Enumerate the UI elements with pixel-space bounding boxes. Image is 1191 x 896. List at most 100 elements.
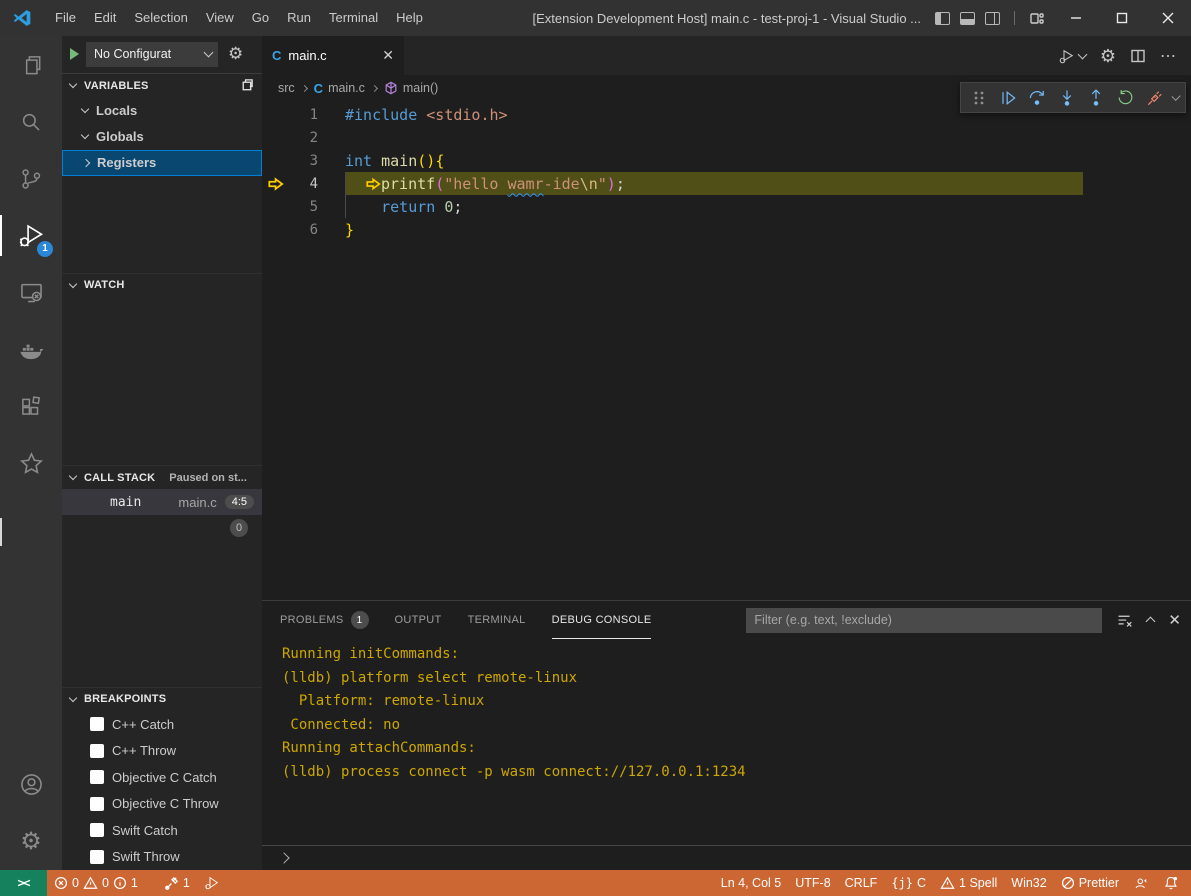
run-file-icon[interactable] bbox=[1058, 47, 1086, 65]
step-into-icon[interactable] bbox=[1055, 85, 1078, 111]
open-launch-json-gear-icon[interactable]: ⚙ bbox=[228, 44, 243, 64]
stack-frame-row[interactable]: main main.c 4:5 bbox=[62, 489, 262, 515]
breakpoint-objc-catch[interactable]: Objective C Catch bbox=[62, 764, 262, 791]
toggle-secondary-sidebar-icon[interactable] bbox=[985, 12, 1000, 25]
star-icon[interactable] bbox=[0, 435, 62, 492]
menu-file[interactable]: File bbox=[46, 5, 85, 31]
gear-icon[interactable]: ⚙ bbox=[1100, 47, 1116, 65]
menu-go[interactable]: Go bbox=[243, 5, 278, 31]
checkbox-icon[interactable] bbox=[90, 744, 104, 758]
code-line-5: 5 return 0; bbox=[262, 195, 1191, 218]
toggle-sidebar-icon[interactable] bbox=[935, 12, 950, 25]
step-over-icon[interactable] bbox=[1026, 85, 1049, 111]
breadcrumb-file[interactable]: main.c bbox=[328, 81, 365, 95]
checkbox-icon[interactable] bbox=[90, 797, 104, 811]
menu-help[interactable]: Help bbox=[387, 5, 432, 31]
more-actions-icon[interactable]: ⋯ bbox=[1160, 46, 1177, 66]
breakpoint-label: C++ Catch bbox=[112, 717, 174, 732]
symbol-method-icon bbox=[384, 81, 398, 95]
menu-edit[interactable]: Edit bbox=[85, 5, 125, 31]
menu-run[interactable]: Run bbox=[278, 5, 320, 31]
code-editor[interactable]: 1 #include <stdio.h> 2 3 int main(){ 4 p… bbox=[262, 101, 1191, 600]
tab-debug-console[interactable]: DEBUG CONSOLE bbox=[552, 601, 652, 639]
split-editor-icon[interactable] bbox=[1130, 48, 1146, 64]
c-file-icon: C bbox=[272, 48, 281, 63]
gripper-icon[interactable] bbox=[967, 85, 990, 111]
encoding-indicator[interactable]: UTF-8 bbox=[788, 870, 837, 896]
run-and-debug-icon[interactable]: 1 bbox=[0, 207, 62, 264]
menu-terminal[interactable]: Terminal bbox=[320, 5, 387, 31]
source-control-icon[interactable] bbox=[0, 150, 62, 207]
warning-icon bbox=[83, 876, 98, 890]
notifications-bell-icon[interactable] bbox=[1156, 870, 1191, 896]
language-mode[interactable]: {ј}C bbox=[884, 870, 933, 896]
checkbox-icon[interactable] bbox=[90, 717, 104, 731]
maximize-panel-icon[interactable] bbox=[1146, 617, 1156, 627]
debug-configuration-dropdown[interactable]: No Configurat bbox=[86, 42, 218, 67]
account-icon[interactable] bbox=[0, 756, 62, 813]
debug-status-icon[interactable] bbox=[197, 870, 227, 896]
remote-indicator[interactable]: >< bbox=[0, 870, 47, 896]
close-tab-icon[interactable]: ✕ bbox=[382, 47, 394, 64]
breadcrumb-symbol[interactable]: main() bbox=[403, 81, 438, 95]
extensions-icon[interactable] bbox=[0, 378, 62, 435]
breadcrumb-folder[interactable]: src bbox=[278, 81, 295, 95]
start-debugging-icon[interactable] bbox=[70, 48, 79, 60]
toggle-panel-icon[interactable] bbox=[960, 12, 975, 25]
bottom-panel: PROBLEMS1 OUTPUT TERMINAL DEBUG CONSOLE … bbox=[262, 600, 1191, 870]
checkbox-icon[interactable] bbox=[90, 823, 104, 837]
collapse-all-icon[interactable] bbox=[239, 78, 254, 93]
platform-indicator[interactable]: Win32 bbox=[1004, 870, 1053, 896]
checkbox-icon[interactable] bbox=[90, 850, 104, 864]
frame-function-name: main bbox=[110, 495, 141, 510]
clear-output-icon[interactable] bbox=[1116, 612, 1133, 629]
docker-icon[interactable] bbox=[0, 321, 62, 378]
minimize-button[interactable] bbox=[1053, 0, 1099, 36]
ports-status[interactable]: 1 bbox=[157, 870, 197, 896]
breakpoint-objc-throw[interactable]: Objective C Throw bbox=[62, 790, 262, 817]
continue-icon[interactable] bbox=[996, 85, 1019, 111]
search-icon[interactable] bbox=[0, 93, 62, 150]
tab-output[interactable]: OUTPUT bbox=[395, 601, 442, 639]
breakpoint-swift-catch[interactable]: Swift Catch bbox=[62, 817, 262, 844]
menu-view[interactable]: View bbox=[197, 5, 243, 31]
remote-explorer-icon[interactable] bbox=[0, 264, 62, 321]
checkbox-icon[interactable] bbox=[90, 770, 104, 784]
formatter-status[interactable]: Prettier bbox=[1054, 870, 1126, 896]
chevron-down-icon bbox=[204, 48, 214, 58]
step-out-icon[interactable] bbox=[1085, 85, 1108, 111]
explorer-icon[interactable] bbox=[0, 36, 62, 93]
breakpoint-cpp-throw[interactable]: C++ Throw bbox=[62, 737, 262, 764]
debug-console-input[interactable] bbox=[262, 845, 1191, 870]
eol-indicator[interactable]: CRLF bbox=[838, 870, 885, 896]
debug-alt-icon bbox=[204, 875, 220, 891]
tab-problems[interactable]: PROBLEMS1 bbox=[280, 601, 369, 639]
breakpoints-section-header[interactable]: BREAKPOINTS bbox=[62, 687, 262, 711]
variables-item-registers[interactable]: Registers bbox=[62, 150, 262, 176]
close-panel-icon[interactable]: ✕ bbox=[1168, 611, 1181, 629]
maximize-button[interactable] bbox=[1099, 0, 1145, 36]
console-filter-input[interactable] bbox=[746, 608, 1102, 633]
disconnect-icon[interactable] bbox=[1143, 85, 1166, 111]
debug-console-label: DEBUG CONSOLE bbox=[552, 614, 652, 626]
variables-section-header[interactable]: VARIABLES bbox=[62, 74, 262, 98]
breakpoint-swift-throw[interactable]: Swift Throw bbox=[62, 843, 262, 870]
cursor-position[interactable]: Ln 4, Col 5 bbox=[714, 870, 788, 896]
problems-status[interactable]: 0 0 1 bbox=[47, 870, 145, 896]
settings-gear-icon[interactable]: ⚙ bbox=[0, 813, 62, 870]
callstack-section-header[interactable]: CALL STACK Paused on st... bbox=[62, 465, 262, 489]
customize-layout-icon[interactable] bbox=[1029, 10, 1045, 26]
variables-item-locals[interactable]: Locals bbox=[62, 98, 262, 124]
chevron-down-icon[interactable] bbox=[1171, 91, 1180, 100]
feedback-icon[interactable] bbox=[1126, 870, 1156, 896]
restart-icon[interactable] bbox=[1114, 85, 1137, 111]
variables-item-globals[interactable]: Globals bbox=[62, 124, 262, 150]
spell-checker-status[interactable]: 1 Spell bbox=[933, 870, 1004, 896]
tab-terminal[interactable]: TERMINAL bbox=[468, 601, 526, 639]
close-window-button[interactable] bbox=[1145, 0, 1191, 36]
menu-selection[interactable]: Selection bbox=[125, 5, 196, 31]
breakpoint-cpp-catch[interactable]: C++ Catch bbox=[62, 711, 262, 738]
watch-section-header[interactable]: WATCH bbox=[62, 273, 262, 297]
console-line: (lldb) platform select remote-linux bbox=[282, 670, 1191, 694]
tab-main-c[interactable]: C main.c ✕ bbox=[262, 36, 404, 75]
